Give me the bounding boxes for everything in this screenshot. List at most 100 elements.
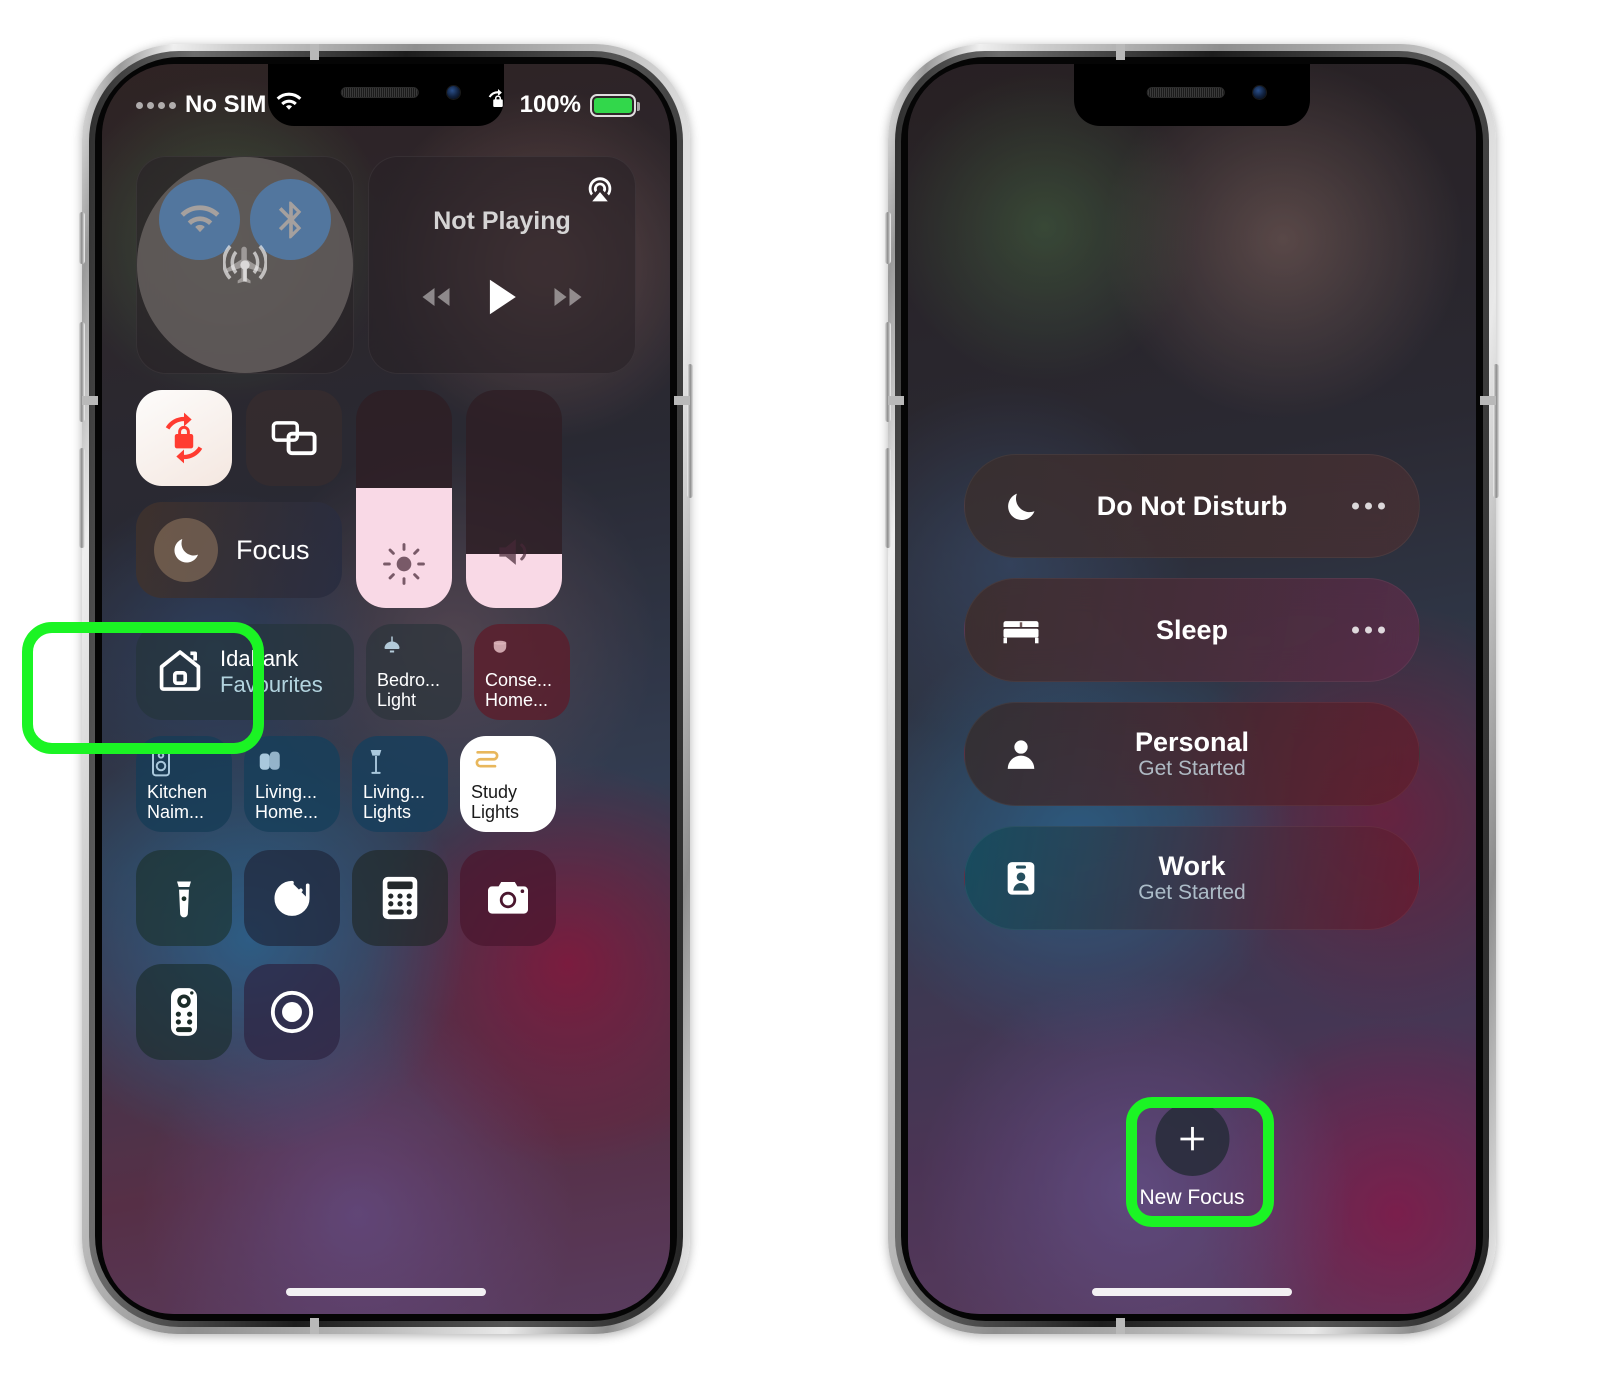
sensor-icon — [485, 634, 559, 666]
floor-lamp-icon — [363, 746, 437, 778]
antenna-band — [1116, 1318, 1125, 1334]
notch — [1074, 64, 1310, 126]
focus-item-subtitle: Get Started — [1138, 881, 1246, 905]
focus-item-title: Do Not Disturb — [1096, 490, 1288, 521]
camera-button[interactable] — [460, 850, 556, 946]
id-badge-icon — [999, 858, 1043, 898]
home-accessory-tile[interactable]: Study Lights — [460, 736, 556, 832]
side-power-button[interactable] — [1493, 364, 1499, 498]
antenna-band — [888, 396, 904, 405]
media-controls — [389, 278, 615, 321]
rotation-lock-icon — [485, 88, 511, 122]
focus-item-title: Sleep — [1155, 614, 1229, 645]
cc-second-row: Focus — [136, 390, 636, 608]
screenshot-root: No SIM 100% Not Playing Focus Idabank Fa… — [0, 0, 1600, 1374]
home-controls-row-2: Kitchen Naim... Living... Home... Living… — [136, 736, 636, 832]
home-accessory-label: Bedro... Light — [377, 669, 441, 710]
volume-slider[interactable] — [466, 390, 562, 608]
cc-top-row: Not Playing — [136, 156, 636, 374]
phone-left-control-center: No SIM 100% Not Playing Focus Idabank Fa… — [79, 44, 693, 1334]
home-favourites-tile[interactable]: Idabank Favourites — [136, 624, 354, 720]
home-room: Favourites — [220, 672, 323, 697]
phone-screen-right: Do Not Disturb Sleep Personal Get Starte… — [908, 64, 1476, 1314]
bed-icon — [999, 611, 1043, 649]
media-playback-module: Not Playing — [368, 156, 636, 374]
screen-record-button[interactable] — [244, 964, 340, 1060]
home-accessory-tile[interactable]: Bedro... Light — [366, 624, 462, 720]
silent-switch[interactable] — [885, 212, 891, 264]
sun-icon — [356, 542, 452, 586]
rewind-icon[interactable] — [418, 283, 454, 316]
speakers-icon — [255, 746, 329, 778]
pendant-lamp-icon — [377, 634, 451, 666]
focus-item-title: Personal — [1134, 726, 1250, 757]
airplay-audio-icon[interactable] — [583, 173, 617, 207]
brightness-slider[interactable] — [356, 390, 452, 608]
apple-tv-remote-button[interactable] — [136, 964, 232, 1060]
timer-button[interactable] — [244, 850, 340, 946]
focus-item-more-icon[interactable] — [1352, 626, 1385, 634]
silent-switch[interactable] — [79, 212, 85, 264]
focus-item-do-not-disturb[interactable]: Do Not Disturb — [964, 454, 1420, 558]
signal-dots-icon — [136, 101, 176, 109]
focus-item-work[interactable]: Work Get Started — [964, 826, 1420, 930]
home-accessory-label: Kitchen Naim... — [147, 781, 208, 822]
control-center: Not Playing Focus Idabank Favourites Bed… — [136, 156, 636, 1060]
calculator-button[interactable] — [352, 850, 448, 946]
antenna-band — [310, 1318, 319, 1334]
volume-down-button[interactable] — [885, 448, 891, 548]
plus-icon — [1155, 1102, 1229, 1176]
connectivity-module — [136, 156, 354, 374]
antenna-band — [82, 396, 98, 405]
utility-row-1 — [136, 850, 636, 946]
home-accessory-tile[interactable]: Living... Home... — [244, 736, 340, 832]
side-power-button[interactable] — [687, 364, 693, 498]
earpiece-speaker — [1146, 87, 1225, 98]
new-focus-button[interactable]: New Focus — [1139, 1102, 1245, 1210]
carrier-label: No SIM — [185, 91, 267, 118]
house-icon — [154, 644, 206, 701]
home-accessory-label: Living... Home... — [255, 781, 319, 822]
utility-row-2 — [136, 964, 636, 1060]
front-camera — [1253, 86, 1266, 99]
phone-screen-left: No SIM 100% Not Playing Focus Idabank Fa… — [102, 64, 670, 1314]
screen-mirroring-tile[interactable] — [246, 390, 342, 486]
flashlight-button[interactable] — [136, 850, 232, 946]
media-title: Not Playing — [433, 207, 571, 235]
home-accessory-label: Study Lights — [471, 781, 520, 822]
antenna-band — [310, 44, 319, 60]
focus-item-more-icon[interactable] — [1352, 502, 1385, 510]
moon-icon — [154, 518, 218, 582]
speaker-icon — [466, 530, 562, 574]
focus-item-title: Work — [1158, 850, 1226, 881]
person-icon — [999, 735, 1043, 773]
home-controls-row-1: Idabank Favourites Bedro... Light Conse.… — [136, 624, 636, 720]
home-indicator[interactable] — [1092, 1288, 1292, 1296]
volume-up-button[interactable] — [885, 322, 891, 422]
home-accessory-tile[interactable]: Kitchen Naim... — [136, 736, 232, 832]
focus-tile-label: Focus — [236, 534, 310, 565]
antenna-band — [1116, 44, 1125, 60]
home-accessory-tile[interactable]: Living... Lights — [352, 736, 448, 832]
volume-up-button[interactable] — [79, 322, 85, 422]
lightstrip-icon — [471, 746, 545, 778]
status-bar: No SIM 100% — [102, 88, 670, 122]
focus-item-sleep[interactable]: Sleep — [964, 578, 1420, 682]
battery-charging-icon — [590, 93, 640, 117]
phone-right-focus-menu: Do Not Disturb Sleep Personal Get Starte… — [885, 44, 1499, 1334]
focus-tile[interactable]: Focus — [136, 502, 342, 598]
focus-item-subtitle: Get Started — [1138, 757, 1246, 781]
focus-item-personal[interactable]: Personal Get Started — [964, 702, 1420, 806]
wifi-icon — [275, 91, 303, 120]
volume-down-button[interactable] — [79, 448, 85, 548]
cellular-data-button[interactable] — [137, 157, 353, 373]
new-focus-label: New Focus — [1139, 1186, 1245, 1209]
home-name: Idabank — [220, 646, 299, 672]
rotation-lock-tile[interactable] — [136, 390, 232, 486]
speaker-box-icon — [147, 746, 221, 778]
home-accessory-tile[interactable]: Conse... Home... — [474, 624, 570, 720]
play-icon[interactable] — [485, 278, 519, 321]
home-indicator[interactable] — [286, 1288, 486, 1296]
fast-forward-icon[interactable] — [550, 283, 586, 316]
home-accessory-label: Conse... Home... — [485, 669, 553, 710]
